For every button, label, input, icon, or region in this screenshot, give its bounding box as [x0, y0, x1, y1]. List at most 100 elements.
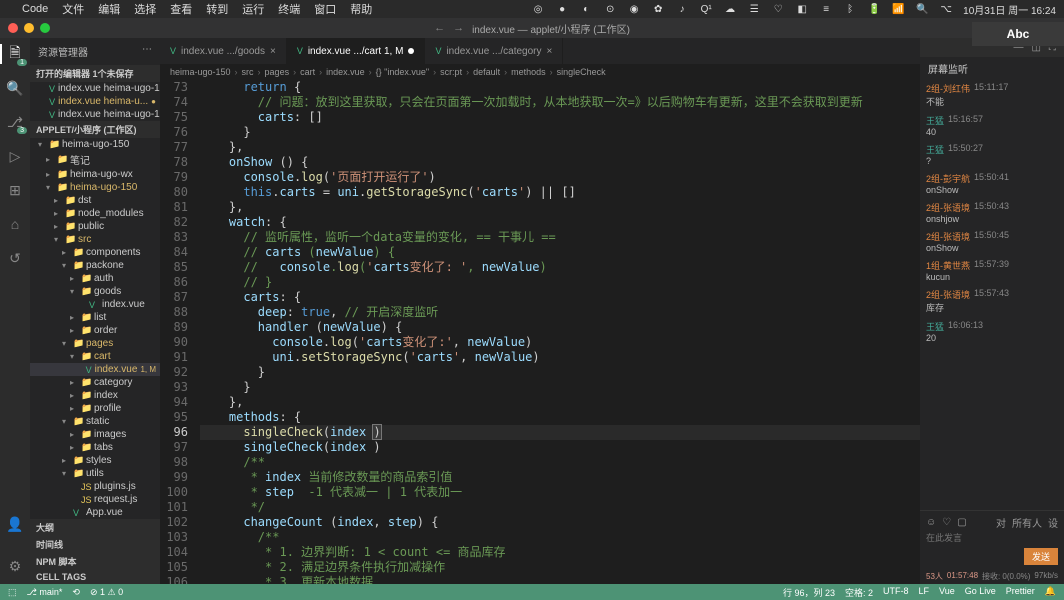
more-icon[interactable]: ↺: [5, 248, 25, 268]
tree-item[interactable]: Vindex.vue1, M: [30, 363, 160, 376]
outline-section[interactable]: 大纲: [30, 519, 160, 536]
tree-item[interactable]: Vindex.vue heima-u...●: [30, 95, 160, 108]
menu-file[interactable]: 文件: [62, 1, 84, 17]
problems[interactable]: ⊘ 1 ⚠ 0: [90, 587, 123, 598]
tree-item[interactable]: ▸📁node_modules: [30, 207, 160, 220]
status-icon[interactable]: ◧: [795, 2, 809, 16]
indent[interactable]: 空格: 2: [845, 586, 873, 599]
battery-icon[interactable]: 🔋: [867, 2, 881, 16]
tree-item[interactable]: ▾📁src: [30, 233, 160, 246]
tree-item[interactable]: ▸📁index: [30, 389, 160, 402]
sync-icon[interactable]: ⟲: [72, 587, 80, 598]
tree-item[interactable]: JSplugins.js: [30, 480, 160, 493]
tree-item[interactable]: Vindex.vue heima-ugo-150...: [30, 108, 160, 121]
tree-item[interactable]: ▸📁components: [30, 246, 160, 259]
chat-messages[interactable]: 2组-刘红伟15:11:17不能王猛15:16:5740王猛15:50:27?2…: [920, 80, 1064, 510]
tree-item[interactable]: ▸📁auth: [30, 272, 160, 285]
status-icon[interactable]: ⊙: [603, 2, 617, 16]
status-icon[interactable]: ♪: [675, 2, 689, 16]
editor-tab[interactable]: Vindex.vue .../category×: [425, 38, 563, 64]
sidebar-more-icon[interactable]: ⋯: [142, 44, 152, 59]
extensions-icon[interactable]: ⊞: [5, 180, 25, 200]
tree-item[interactable]: ▸📁笔记: [30, 151, 160, 168]
source-control-icon[interactable]: ⎇3: [5, 112, 25, 132]
encoding[interactable]: UTF-8: [883, 586, 909, 599]
breadcrumb-item[interactable]: cart: [300, 67, 315, 77]
tree-item[interactable]: ▾📁static: [30, 415, 160, 428]
tree-item[interactable]: ▸📁list: [30, 311, 160, 324]
status-icon[interactable]: Q¹: [699, 2, 713, 16]
editor-tab[interactable]: Vindex.vue .../cart 1, M: [287, 38, 426, 64]
status-icon[interactable]: ◉: [627, 2, 641, 16]
tree-item[interactable]: ▸📁heima-ugo-wx: [30, 168, 160, 181]
breadcrumb-item[interactable]: src: [242, 67, 254, 77]
workspace-section[interactable]: APPLET/小程序 (工作区): [30, 121, 160, 138]
debug-icon[interactable]: ▷: [5, 146, 25, 166]
status-icon[interactable]: ✿: [651, 2, 665, 16]
menu-help[interactable]: 帮助: [350, 1, 372, 17]
send-button[interactable]: 发送: [1024, 548, 1058, 565]
maximize-window-button[interactable]: [40, 23, 50, 33]
breadcrumb-item[interactable]: pages: [265, 67, 290, 77]
menu-select[interactable]: 选择: [134, 1, 156, 17]
status-icon[interactable]: ≡: [819, 2, 833, 16]
tree-item[interactable]: Vindex.vue heima-ugo-150 ...: [30, 82, 160, 95]
menu-go[interactable]: 转到: [206, 1, 228, 17]
settings-icon[interactable]: ⚙: [5, 556, 25, 576]
menu-view[interactable]: 查看: [170, 1, 192, 17]
tree-item[interactable]: ▾📁pages: [30, 337, 160, 350]
explorer-icon[interactable]: 🗎1: [5, 44, 25, 64]
control-center-icon[interactable]: ⌥: [939, 2, 953, 16]
settings-label[interactable]: 设: [1048, 515, 1058, 530]
tree-item[interactable]: ▸📁profile: [30, 402, 160, 415]
cursor-position[interactable]: 行 96，列 23: [783, 586, 835, 599]
git-branch[interactable]: ⎇ main*: [27, 587, 63, 598]
tree-item[interactable]: ▾📁goods: [30, 285, 160, 298]
tree-item[interactable]: JSrequest.js: [30, 493, 160, 506]
tree-item[interactable]: ▾📁heima-ugo-150: [30, 138, 160, 151]
npm-section[interactable]: NPM 脚本: [30, 553, 160, 570]
menu-run[interactable]: 运行: [242, 1, 264, 17]
breadcrumb-item[interactable]: singleCheck: [557, 67, 606, 77]
breadcrumb-item[interactable]: methods: [511, 67, 546, 77]
editor-tab[interactable]: Vindex.vue .../goods×: [160, 38, 287, 64]
search-icon[interactable]: 🔍: [915, 2, 929, 16]
status-icon[interactable]: ♡: [771, 2, 785, 16]
menu-terminal[interactable]: 终端: [278, 1, 300, 17]
account-icon[interactable]: 👤: [5, 514, 25, 534]
status-icon[interactable]: ●: [555, 2, 569, 16]
breadcrumb-item[interactable]: index.vue: [326, 67, 365, 77]
status-icon[interactable]: ◎: [531, 2, 545, 16]
menu-window[interactable]: 窗口: [314, 1, 336, 17]
close-window-button[interactable]: [8, 23, 18, 33]
tree-item[interactable]: ▸📁order: [30, 324, 160, 337]
breadcrumb-item[interactable]: scr:pt: [440, 67, 462, 77]
menubar-datetime[interactable]: 10月31日 周一 16:24: [963, 2, 1056, 17]
go-live[interactable]: Go Live: [965, 586, 996, 599]
status-icon[interactable]: ☰: [747, 2, 761, 16]
minimize-window-button[interactable]: [24, 23, 34, 33]
tree-item[interactable]: Vindex.vue: [30, 298, 160, 311]
prettier[interactable]: Prettier: [1006, 586, 1035, 599]
celltags-section[interactable]: CELL TAGS: [30, 570, 160, 584]
chat-input[interactable]: [926, 533, 1058, 543]
wifi-icon[interactable]: 📶: [891, 2, 905, 16]
breadcrumb-item[interactable]: {} "index.vue": [376, 67, 429, 77]
status-icon[interactable]: ☁: [723, 2, 737, 16]
emoji-icon[interactable]: ☺: [926, 517, 936, 528]
tree-item[interactable]: ▾📁heima-ugo-150: [30, 181, 160, 194]
search-icon[interactable]: 🔍: [5, 78, 25, 98]
open-editors-section[interactable]: 打开的编辑器 1个未保存: [30, 65, 160, 82]
tree-item[interactable]: ▸📁dst: [30, 194, 160, 207]
tree-item[interactable]: ▾📁utils: [30, 467, 160, 480]
image-icon[interactable]: ▢: [957, 517, 966, 528]
menu-app[interactable]: Code: [22, 3, 48, 15]
recipient-select[interactable]: 所有人: [1012, 515, 1042, 530]
bluetooth-icon[interactable]: ᛒ: [843, 2, 857, 16]
heart-icon[interactable]: ♡: [942, 517, 951, 528]
remote-indicator[interactable]: ⬚: [8, 587, 17, 598]
breadcrumbs[interactable]: heima-ugo-150›src›pages›cart›index.vue›{…: [160, 64, 920, 80]
menu-edit[interactable]: 编辑: [98, 1, 120, 17]
status-icon[interactable]: ◐: [579, 2, 593, 16]
language[interactable]: Vue: [939, 586, 955, 599]
